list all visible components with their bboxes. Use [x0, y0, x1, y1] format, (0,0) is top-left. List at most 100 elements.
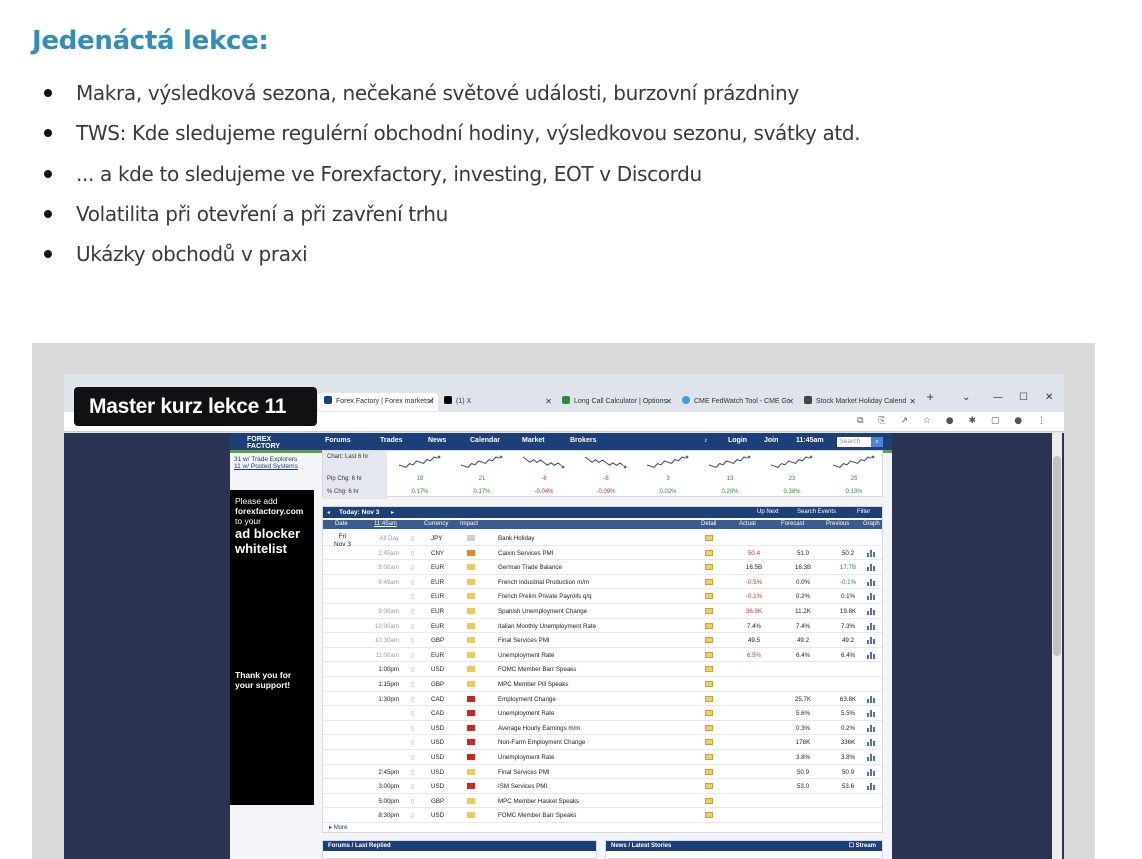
table-row[interactable]: 8:00am ▯ EUR German Trade Balance 16.5B 16.3B…	[323, 560, 882, 575]
table-row[interactable]: 8:45am ▯ EUR French Industrial Production m…	[323, 575, 882, 590]
detail-folder-icon[interactable]	[705, 812, 713, 819]
bell-icon[interactable]: ▯	[411, 593, 414, 600]
nav-brokers[interactable]: Brokers	[570, 437, 596, 444]
next-day-icon[interactable]: ▸	[391, 509, 394, 516]
forums-header[interactable]: Forums / Last Replied	[323, 841, 596, 851]
close-icon[interactable]: ✕	[787, 393, 794, 411]
event-title[interactable]: German Trade Balance	[498, 564, 562, 571]
bell-icon[interactable]: ▯	[411, 725, 414, 732]
nav-login[interactable]: Login	[728, 437, 747, 444]
table-row[interactable]: ▯ USD Non-Farm Employment Change 178K 336K	[323, 735, 882, 750]
detail-folder-icon[interactable]	[705, 637, 713, 644]
table-row[interactable]: 1:30pm ▯ CAD Employment Change 25.7K 63.8K	[323, 692, 882, 707]
event-title[interactable]: French Industrial Production m/m	[498, 579, 589, 586]
trade-explorers-link[interactable]: 31 w/ Trade Explorers	[234, 456, 314, 463]
table-row[interactable]: 3:00pm ▯ USD ISM Services PMI 53.0 53.6	[323, 779, 882, 794]
nav-forums[interactable]: Forums	[325, 437, 351, 444]
close-icon[interactable]: ✕	[909, 393, 916, 411]
detail-folder-icon[interactable]	[705, 695, 713, 702]
bell-icon[interactable]: ▯	[411, 754, 414, 761]
news-title[interactable]: News / Latest Stories	[611, 843, 671, 849]
event-title[interactable]: Non-Farm Employment Change	[498, 739, 585, 746]
table-row[interactable]: 2:45am ▯ CNY Caixin Services PMI 50.4 51.0 50.…	[323, 546, 882, 561]
up-next-button[interactable]: Up Next	[757, 509, 779, 515]
table-row[interactable]: ▯ CAD Unemployment Rate 5.6% 5.5%	[323, 706, 882, 721]
nav-market[interactable]: Market	[522, 437, 545, 444]
bell-icon[interactable]: ▯	[411, 608, 414, 615]
graph-icon[interactable]	[867, 738, 876, 748]
close-icon[interactable]: ✕	[545, 393, 552, 411]
event-title[interactable]: MPC Member Pill Speaks	[498, 681, 569, 688]
event-title[interactable]: Unemployment Rate	[498, 754, 554, 761]
tab-long-call[interactable]: Long Call Calculator | Options ✕	[556, 393, 676, 411]
graph-icon[interactable]	[867, 636, 876, 646]
minimize-icon[interactable]: —	[993, 392, 1003, 403]
table-row[interactable]: 2:45pm ▯ USD Final Services PMI 50.9 50.9	[323, 765, 882, 780]
scrollbar-thumb[interactable]	[1053, 456, 1061, 656]
search-icon[interactable]: ⌕	[871, 437, 883, 447]
event-title[interactable]: French Prelim Private Payrolls q/q	[498, 593, 592, 600]
prev-day-icon[interactable]: ◂	[327, 509, 330, 516]
nav-news[interactable]: News	[428, 437, 446, 444]
graph-icon[interactable]	[867, 753, 876, 763]
nav-calendar[interactable]: Calendar	[470, 437, 500, 444]
graph-icon[interactable]	[867, 724, 876, 734]
detail-folder-icon[interactable]	[705, 768, 713, 775]
graph-icon[interactable]	[867, 695, 876, 705]
maximize-icon[interactable]: ☐	[1019, 392, 1028, 403]
bell-icon[interactable]: ▯	[411, 769, 414, 776]
tab-stock-market-holiday[interactable]: Stock Market Holiday Calend ✕	[798, 393, 920, 411]
filter-button[interactable]: Filter	[857, 509, 870, 515]
bell-icon[interactable]: ▯	[411, 666, 414, 673]
table-row[interactable]: ▯ USD Unemployment Rate 3.8% 3.8%	[323, 750, 882, 765]
graph-icon[interactable]	[867, 592, 876, 602]
bell-icon[interactable]: ▯	[411, 739, 414, 746]
detail-folder-icon[interactable]	[705, 739, 713, 746]
detail-folder-icon[interactable]	[705, 797, 713, 804]
event-title[interactable]: Final Services PMI	[498, 637, 550, 644]
forexfactory-logo[interactable]: FOREX FACTORY	[247, 436, 280, 450]
posted-systems-link[interactable]: 11 w/ Posted Systems	[234, 463, 314, 470]
close-icon[interactable]: ✕	[427, 393, 434, 411]
stream-toggle[interactable]: ☐ Stream	[849, 841, 876, 851]
detail-folder-icon[interactable]	[705, 578, 713, 585]
graph-icon[interactable]	[867, 782, 876, 792]
table-row[interactable]: ▯ EUR French Prelim Private Payrolls q/q -0…	[323, 589, 882, 604]
table-row[interactable]: All Day ▯ JPY Bank Holiday	[323, 531, 882, 546]
table-row[interactable]: 10:00am ▯ EUR Italian Monthly Unemployment …	[323, 619, 882, 634]
graph-icon[interactable]	[867, 651, 876, 661]
detail-folder-icon[interactable]	[705, 754, 713, 760]
table-row[interactable]: 10:30am ▯ GBP Final Services PMI 49.5 49.2 49.…	[323, 633, 882, 648]
tab-forexfactory[interactable]: Forex Factory | Forex markets f ✕	[318, 393, 438, 411]
detail-folder-icon[interactable]	[705, 549, 713, 556]
event-title[interactable]: Unemployment Rate	[498, 652, 554, 659]
close-icon[interactable]: ✕	[665, 393, 672, 411]
graph-icon[interactable]	[867, 768, 876, 778]
event-title[interactable]: Italian Monthly Unemployment Rate	[498, 623, 596, 630]
col-time[interactable]: 11:45am	[374, 521, 397, 527]
table-row[interactable]: 9:00am ▯ EUR Spanish Unemployment Change 36.…	[323, 604, 882, 619]
event-title[interactable]: Bank Holiday	[498, 535, 534, 542]
event-title[interactable]: Employment Change	[498, 696, 556, 703]
tab-search-icon[interactable]: ⌄	[962, 392, 970, 403]
event-title[interactable]: MPC Member Haskel Speaks	[498, 798, 579, 805]
nav-trades[interactable]: Trades	[380, 437, 403, 444]
bell-icon[interactable]: ▯	[411, 550, 414, 557]
bell-icon[interactable]: ▯	[411, 696, 414, 703]
toolbar-icons[interactable]: ⧉ ⎘ ↗ ☆ ● ✱ ▢ ● ⋮	[857, 416, 1052, 426]
graph-icon[interactable]	[867, 563, 876, 573]
bell-icon[interactable]: ▯	[411, 535, 414, 542]
detail-folder-icon[interactable]	[705, 608, 713, 614]
event-title[interactable]: FOMC Member Barr Speaks	[498, 812, 576, 819]
detail-folder-icon[interactable]	[705, 651, 713, 658]
bell-icon[interactable]: ▯	[411, 783, 414, 790]
detail-folder-icon[interactable]	[705, 622, 713, 629]
table-row[interactable]: 1:15pm ▯ GBP MPC Member Pill Speaks	[323, 677, 882, 692]
new-tab-button[interactable]: +	[926, 392, 934, 403]
table-row[interactable]: 11:00am ▯ EUR Unemployment Rate 6.5% 6.4% 6.4%	[323, 648, 882, 663]
detail-folder-icon[interactable]	[705, 564, 713, 571]
bell-icon[interactable]: ▯	[411, 579, 414, 586]
bell-icon[interactable]: ▯	[411, 564, 414, 571]
detail-folder-icon[interactable]	[705, 681, 713, 687]
graph-icon[interactable]	[867, 622, 876, 632]
